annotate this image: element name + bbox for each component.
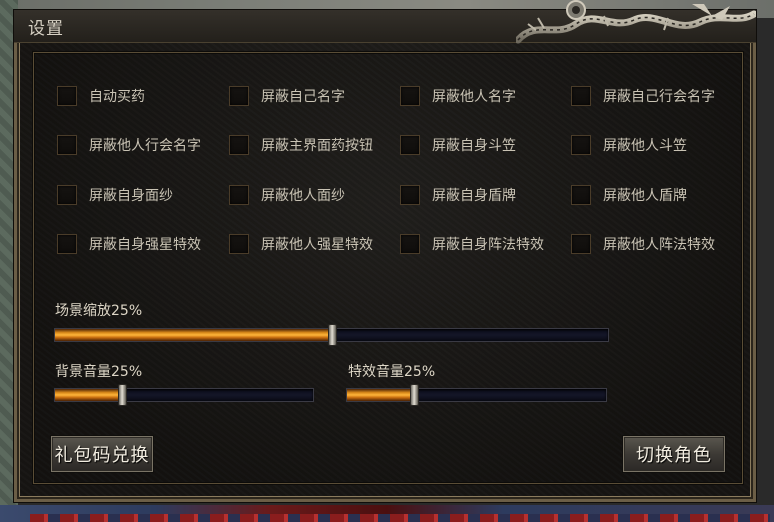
checkbox-label: 屏蔽自身强星特效 xyxy=(89,237,201,253)
gift-code-redeem-button[interactable]: 礼包码兑换 xyxy=(50,435,154,473)
checkbox-box[interactable] xyxy=(400,234,420,254)
checkbox-hide-others-star-effect[interactable]: 屏蔽他人强星特效 xyxy=(229,234,373,254)
checkbox-box[interactable] xyxy=(229,86,249,106)
checkbox-box[interactable] xyxy=(571,185,591,205)
checkbox-label: 屏蔽他人名字 xyxy=(432,89,516,105)
checkbox-box[interactable] xyxy=(400,135,420,155)
checkbox-auto-buy-potion[interactable]: 自动买药 xyxy=(57,86,145,106)
checkbox-hide-own-shield[interactable]: 屏蔽自身盾牌 xyxy=(400,185,516,205)
checkbox-box[interactable] xyxy=(400,86,420,106)
checkbox-hide-main-potion-button[interactable]: 屏蔽主界面药按钮 xyxy=(229,135,373,155)
slider-handle[interactable] xyxy=(327,324,337,346)
checkbox-label: 屏蔽自己名字 xyxy=(261,89,345,105)
checkbox-box[interactable] xyxy=(57,86,77,106)
slider-fill xyxy=(55,329,332,341)
checkbox-label: 屏蔽他人强星特效 xyxy=(261,237,373,253)
bg-volume-slider[interactable] xyxy=(54,384,314,406)
checkbox-box[interactable] xyxy=(571,234,591,254)
checkbox-hide-own-formation-effect[interactable]: 屏蔽自身阵法特效 xyxy=(400,234,544,254)
checkbox-box[interactable] xyxy=(571,86,591,106)
checkbox-box[interactable] xyxy=(400,185,420,205)
checkbox-hide-others-formation-effect[interactable]: 屏蔽他人阵法特效 xyxy=(571,234,715,254)
checkbox-label: 自动买药 xyxy=(89,89,145,105)
checkbox-label: 屏蔽自身盾牌 xyxy=(432,188,516,204)
checkbox-hide-own-star-effect[interactable]: 屏蔽自身强星特效 xyxy=(57,234,201,254)
scene-zoom-slider[interactable] xyxy=(54,324,609,346)
checkbox-label: 屏蔽自己行会名字 xyxy=(603,89,715,105)
fx-volume-label: 特效音量25% xyxy=(348,364,436,380)
checkbox-label: 屏蔽自身面纱 xyxy=(89,188,173,204)
slider-handle[interactable] xyxy=(118,384,128,406)
settings-content-frame xyxy=(33,52,743,484)
checkbox-label: 屏蔽他人斗笠 xyxy=(603,138,687,154)
background-hud-strip xyxy=(30,514,770,522)
scene-zoom-label: 场景缩放25% xyxy=(55,303,143,319)
slider-handle[interactable] xyxy=(410,384,420,406)
checkbox-label: 屏蔽自身斗笠 xyxy=(432,138,516,154)
checkbox-label: 屏蔽主界面药按钮 xyxy=(261,138,373,154)
checkbox-label: 屏蔽他人行会名字 xyxy=(89,138,201,154)
checkbox-box[interactable] xyxy=(229,135,249,155)
window-title: 设置 xyxy=(28,19,64,39)
checkbox-box[interactable] xyxy=(57,185,77,205)
bg-volume-label: 背景音量25% xyxy=(55,364,143,380)
checkbox-box[interactable] xyxy=(57,135,77,155)
slider-fill xyxy=(55,389,123,401)
checkbox-box[interactable] xyxy=(57,234,77,254)
checkbox-label: 屏蔽他人阵法特效 xyxy=(603,237,715,253)
checkbox-hide-own-name[interactable]: 屏蔽自己名字 xyxy=(229,86,345,106)
switch-role-button[interactable]: 切换角色 xyxy=(622,435,726,473)
checkbox-label: 屏蔽他人盾牌 xyxy=(603,188,687,204)
checkbox-box[interactable] xyxy=(229,234,249,254)
checkbox-hide-own-veil[interactable]: 屏蔽自身面纱 xyxy=(57,185,173,205)
checkbox-hide-own-guild-name[interactable]: 屏蔽自己行会名字 xyxy=(571,86,715,106)
fx-volume-slider[interactable] xyxy=(346,384,607,406)
checkbox-hide-own-hat[interactable]: 屏蔽自身斗笠 xyxy=(400,135,516,155)
checkbox-hide-others-hat[interactable]: 屏蔽他人斗笠 xyxy=(571,135,687,155)
dragon-ornament-icon xyxy=(516,0,756,44)
checkbox-label: 屏蔽他人面纱 xyxy=(261,188,345,204)
slider-fill xyxy=(347,389,415,401)
checkbox-hide-others-name[interactable]: 屏蔽他人名字 xyxy=(400,86,516,106)
checkbox-hide-others-shield[interactable]: 屏蔽他人盾牌 xyxy=(571,185,687,205)
checkbox-hide-others-veil[interactable]: 屏蔽他人面纱 xyxy=(229,185,345,205)
checkbox-box[interactable] xyxy=(229,185,249,205)
checkbox-box[interactable] xyxy=(571,135,591,155)
checkbox-label: 屏蔽自身阵法特效 xyxy=(432,237,544,253)
checkbox-hide-others-guild-name[interactable]: 屏蔽他人行会名字 xyxy=(57,135,201,155)
